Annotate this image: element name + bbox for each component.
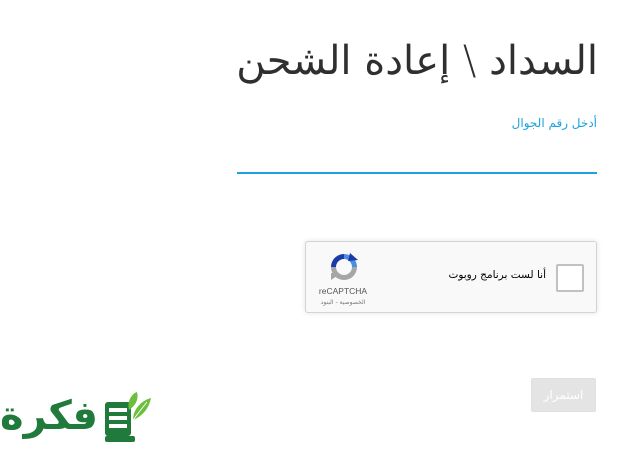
continue-button[interactable]: استمرار [531,378,596,412]
phone-field-label: أدخل رقم الجوال [511,116,597,130]
fikra-logo-text: فكرة [0,393,98,439]
phone-number-input[interactable] [237,138,597,174]
recaptcha-logo-icon [331,253,358,280]
recaptcha-label: أنا لست برنامج روبوت [448,269,546,281]
recaptcha-brand: reCAPTCHA [318,286,368,296]
payment-page: السداد \ إعادة الشحن أدخل رقم الجوال أنا… [0,0,640,452]
book-leaf-logo-icon [105,392,151,442]
fikra-logo: فكرة [0,388,156,450]
recaptcha-privacy-terms-links[interactable]: الخصوصية - البنود [306,299,380,306]
recaptcha-checkbox[interactable] [556,264,584,292]
recaptcha-widget: أنا لست برنامج روبوت reCAPTCHA الخصوصية … [305,241,597,313]
page-title: السداد \ إعادة الشحن [236,38,598,84]
